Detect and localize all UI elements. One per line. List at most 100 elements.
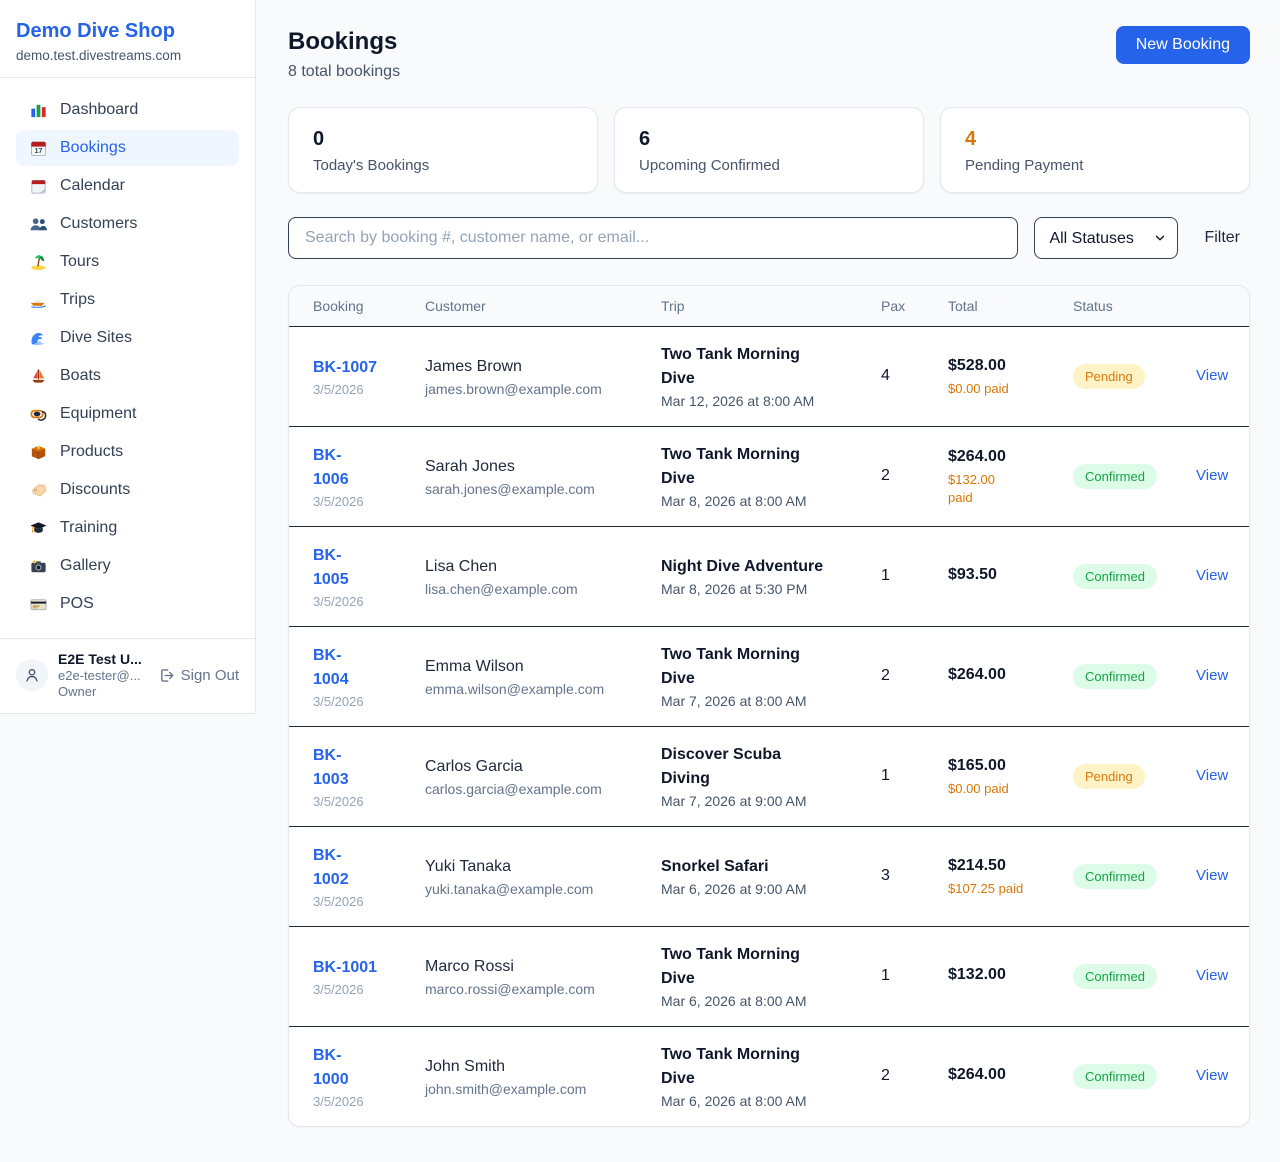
- trip-datetime: Mar 7, 2026 at 8:00 AM: [661, 693, 869, 709]
- sidebar-item-bookings[interactable]: 17 Bookings: [16, 130, 239, 166]
- new-booking-button[interactable]: New Booking: [1116, 26, 1250, 64]
- desert-island-icon: [28, 252, 48, 272]
- customer-name: Marco Rossi: [425, 955, 649, 979]
- customer-email: lisa.chen@example.com: [425, 581, 649, 597]
- booking-id-link[interactable]: BK- 1000: [313, 1044, 349, 1092]
- status-select-wrap: All Statuses: [1034, 217, 1178, 259]
- trip-name: Night Dive Adventure: [661, 555, 869, 579]
- sidebar-item-products[interactable]: Products: [16, 434, 239, 470]
- sidebar-item-dive-sites[interactable]: Dive Sites: [16, 320, 239, 356]
- stat-value: 0: [313, 125, 573, 153]
- booking-id-link[interactable]: BK- 1004: [313, 644, 349, 692]
- trip-name: Two Tank Morning Dive: [661, 643, 869, 691]
- booking-id-link[interactable]: BK- 1002: [313, 844, 349, 892]
- booking-id-link[interactable]: BK- 1005: [313, 544, 349, 592]
- sidebar-item-discounts[interactable]: Discounts: [16, 472, 239, 508]
- column-header-status: Status: [1073, 286, 1196, 326]
- booking-id-link[interactable]: BK-1007: [313, 356, 377, 380]
- status-filter-select[interactable]: All Statuses: [1034, 217, 1178, 259]
- sidebar-item-label: Dive Sites: [60, 329, 132, 347]
- status-badge: Confirmed: [1073, 464, 1157, 489]
- status-badge: Confirmed: [1073, 864, 1157, 889]
- sidebar-item-equipment[interactable]: Equipment: [16, 396, 239, 432]
- bookings-table-card: Booking Customer Trip Pax Total Status B…: [288, 285, 1250, 1127]
- trip-name: Two Tank Morning Dive: [661, 1043, 869, 1091]
- speedboat-icon: [28, 290, 48, 310]
- paid-amount: $0.00 paid: [948, 780, 1061, 798]
- table-row: BK-1001 3/5/2026 Marco Rossi marco.rossi…: [289, 926, 1249, 1026]
- two-people-icon: [28, 214, 48, 234]
- table-row: BK- 1003 3/5/2026 Carlos Garcia carlos.g…: [289, 726, 1249, 826]
- sidebar-item-calendar[interactable]: Calendar: [16, 168, 239, 204]
- customer-name: Sarah Jones: [425, 455, 649, 479]
- column-header-customer: Customer: [425, 286, 661, 326]
- sign-out-icon: [158, 667, 175, 684]
- booking-date: 3/5/2026: [313, 594, 413, 609]
- pax-count: 1: [881, 526, 948, 626]
- trip-name: Snorkel Safari: [661, 855, 869, 879]
- booking-date: 3/5/2026: [313, 694, 413, 709]
- sidebar-item-label: Bookings: [60, 139, 126, 157]
- trip-datetime: Mar 7, 2026 at 9:00 AM: [661, 793, 869, 809]
- sidebar-item-label: Calendar: [60, 177, 125, 195]
- pax-count: 2: [881, 626, 948, 726]
- column-header-trip: Trip: [661, 286, 881, 326]
- app-root: Demo Dive Shop demo.test.divestreams.com…: [0, 0, 1280, 1157]
- pax-count: 1: [881, 926, 948, 1026]
- sidebar-item-label: Customers: [60, 215, 137, 233]
- main-content: Bookings 8 total bookings New Booking 0 …: [256, 0, 1280, 1157]
- customer-email: james.brown@example.com: [425, 381, 649, 397]
- stat-card-pending-payment: 4 Pending Payment: [940, 107, 1250, 193]
- booking-id-link[interactable]: BK- 1003: [313, 744, 349, 792]
- svg-text:17: 17: [34, 146, 42, 154]
- stat-label: Pending Payment: [965, 157, 1225, 174]
- person-icon: [23, 666, 41, 684]
- sidebar-item-gallery[interactable]: Gallery: [16, 548, 239, 584]
- search-input[interactable]: [288, 217, 1018, 259]
- sidebar-item-training[interactable]: Training: [16, 510, 239, 546]
- column-header-actions: [1196, 286, 1249, 326]
- trip-name: Two Tank Morning Dive: [661, 343, 869, 391]
- total-amount: $264.00: [948, 445, 1061, 469]
- view-booking-link[interactable]: View: [1196, 967, 1228, 984]
- view-booking-link[interactable]: View: [1196, 467, 1228, 484]
- package-icon: [28, 442, 48, 462]
- view-booking-link[interactable]: View: [1196, 1067, 1228, 1084]
- sidebar-item-boats[interactable]: Boats: [16, 358, 239, 394]
- view-booking-link[interactable]: View: [1196, 667, 1228, 684]
- sidebar-item-tours[interactable]: Tours: [16, 244, 239, 280]
- trip-datetime: Mar 8, 2026 at 5:30 PM: [661, 581, 869, 597]
- sidebar-item-dashboard[interactable]: Dashboard: [16, 92, 239, 128]
- diving-mask-icon: [28, 404, 48, 424]
- shop-domain: demo.test.divestreams.com: [16, 48, 239, 63]
- sidebar-item-trips[interactable]: Trips: [16, 282, 239, 318]
- sidebar: Demo Dive Shop demo.test.divestreams.com…: [0, 0, 256, 714]
- customer-email: sarah.jones@example.com: [425, 481, 649, 497]
- view-booking-link[interactable]: View: [1196, 867, 1228, 884]
- booking-id-link[interactable]: BK-1001: [313, 956, 377, 980]
- total-amount: $214.50: [948, 854, 1061, 878]
- column-header-pax: Pax: [881, 286, 948, 326]
- table-row: BK-1007 3/5/2026 James Brown james.brown…: [289, 326, 1249, 426]
- booking-id-link[interactable]: BK- 1006: [313, 444, 349, 492]
- customer-email: carlos.garcia@example.com: [425, 781, 649, 797]
- booking-date: 3/5/2026: [313, 982, 413, 997]
- sidebar-item-pos[interactable]: POS: [16, 586, 239, 622]
- filter-button[interactable]: Filter: [1194, 223, 1250, 253]
- trip-datetime: Mar 6, 2026 at 9:00 AM: [661, 881, 869, 897]
- view-booking-link[interactable]: View: [1196, 367, 1228, 384]
- sidebar-item-label: Trips: [60, 291, 95, 309]
- trip-datetime: Mar 6, 2026 at 8:00 AM: [661, 1093, 869, 1109]
- booking-date: 3/5/2026: [313, 794, 413, 809]
- user-email: e2e-tester@...: [58, 668, 148, 683]
- booking-date: 3/5/2026: [313, 1094, 413, 1109]
- sidebar-item-customers[interactable]: Customers: [16, 206, 239, 242]
- wave-icon: [28, 328, 48, 348]
- stat-value: 4: [965, 125, 1225, 153]
- customer-name: Carlos Garcia: [425, 755, 649, 779]
- view-booking-link[interactable]: View: [1196, 767, 1228, 784]
- view-booking-link[interactable]: View: [1196, 567, 1228, 584]
- table-row: BK- 1006 3/5/2026 Sarah Jones sarah.jone…: [289, 426, 1249, 526]
- paid-amount: $0.00 paid: [948, 380, 1061, 398]
- sign-out-button[interactable]: Sign Out: [158, 667, 239, 684]
